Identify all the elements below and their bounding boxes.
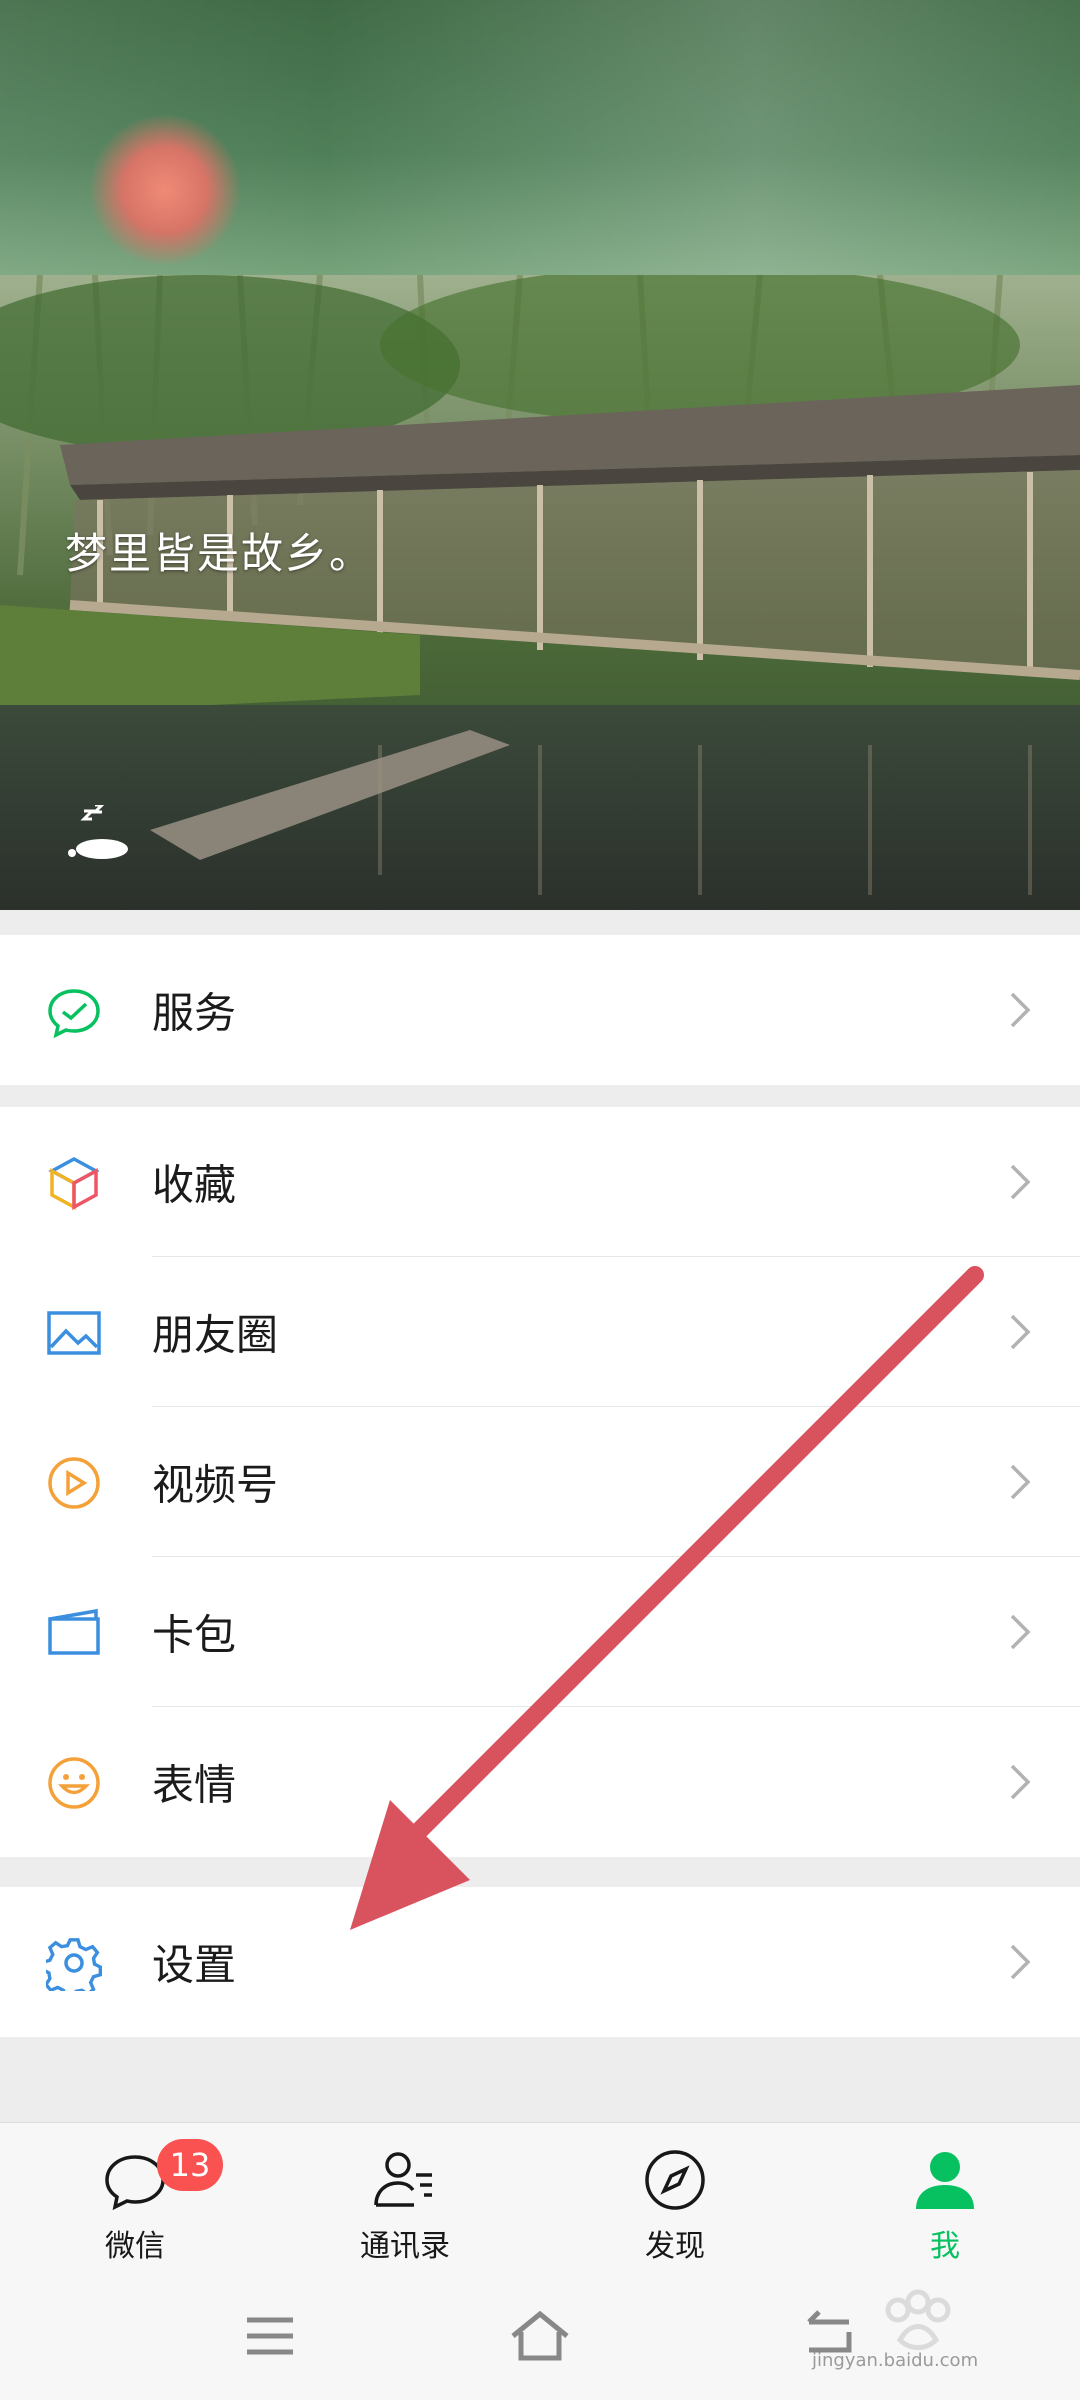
service-icon <box>46 983 102 1039</box>
chevron-right-icon <box>1010 1164 1031 1200</box>
menu-item-channels[interactable]: 视频号 <box>0 1407 1080 1557</box>
avatar[interactable] <box>90 115 240 265</box>
chevron-right-icon <box>1010 1614 1031 1650</box>
chevron-right-icon <box>1010 1314 1031 1350</box>
tab-label: 通讯录 <box>360 2229 450 2264</box>
tab-discover[interactable]: 发现 <box>575 2123 775 2273</box>
cover-caption: 梦里皆是故乡。 <box>65 529 374 578</box>
tab-me[interactable]: 我 <box>845 2123 1045 2273</box>
moments-photo-icon <box>46 1305 102 1361</box>
menu-item-label: 服务 <box>152 988 237 1038</box>
chevron-right-icon <box>1010 1764 1031 1800</box>
sleep-status-icon[interactable] <box>62 803 132 861</box>
menu-item-card-wallet[interactable]: 卡包 <box>0 1557 1080 1707</box>
menu-group-service: 服务 <box>0 935 1080 1085</box>
favorites-cube-icon <box>46 1155 102 1211</box>
cover-image-scene <box>0 275 1080 910</box>
bottom-tab-bar: 13 微信 通讯录 发现 我 <box>0 2122 1080 2273</box>
menu-item-label: 设置 <box>152 1940 237 1990</box>
settings-gear-icon <box>46 1935 102 1991</box>
contacts-icon <box>374 2152 432 2207</box>
profile-header[interactable] <box>0 0 1080 280</box>
card-wallet-icon <box>46 1605 102 1661</box>
menu-group-main: 收藏 朋友圈 视频号 卡包 表情 <box>0 1107 1080 1857</box>
chevron-right-icon <box>1010 992 1031 1028</box>
channels-play-icon <box>46 1455 102 1511</box>
chevron-right-icon <box>1010 1464 1031 1500</box>
menu-item-label: 卡包 <box>152 1610 237 1660</box>
menu-item-label: 收藏 <box>152 1160 237 1210</box>
tab-chats[interactable]: 13 微信 <box>35 2123 235 2273</box>
menu-nav-icon[interactable] <box>235 2308 305 2364</box>
menu-item-moments[interactable]: 朋友圈 <box>0 1257 1080 1407</box>
tab-label: 我 <box>930 2229 960 2264</box>
menu-group-settings: 设置 <box>0 1887 1080 2037</box>
menu-item-label: 视频号 <box>152 1460 279 1510</box>
menu-item-stickers[interactable]: 表情 <box>0 1707 1080 1857</box>
compass-icon <box>645 2150 705 2210</box>
unread-badge: 13 <box>157 2139 223 2191</box>
menu-item-service[interactable]: 服务 <box>0 935 1080 1085</box>
watermark-text: jingyan.baidu.com <box>812 2350 979 2371</box>
tab-label: 发现 <box>645 2229 705 2264</box>
tab-label: 微信 <box>105 2229 165 2264</box>
sticker-smile-icon <box>46 1755 102 1811</box>
menu-item-favorites[interactable]: 收藏 <box>0 1107 1080 1257</box>
chevron-right-icon <box>1010 1944 1031 1980</box>
menu-item-settings[interactable]: 设置 <box>0 1887 1080 2037</box>
person-icon <box>916 2152 974 2209</box>
home-nav-icon[interactable] <box>505 2308 575 2364</box>
cover-image[interactable] <box>0 275 1080 910</box>
menu-item-label: 朋友圈 <box>152 1310 279 1360</box>
menu-item-label: 表情 <box>152 1760 237 1810</box>
tab-contacts[interactable]: 通讯录 <box>305 2123 505 2273</box>
